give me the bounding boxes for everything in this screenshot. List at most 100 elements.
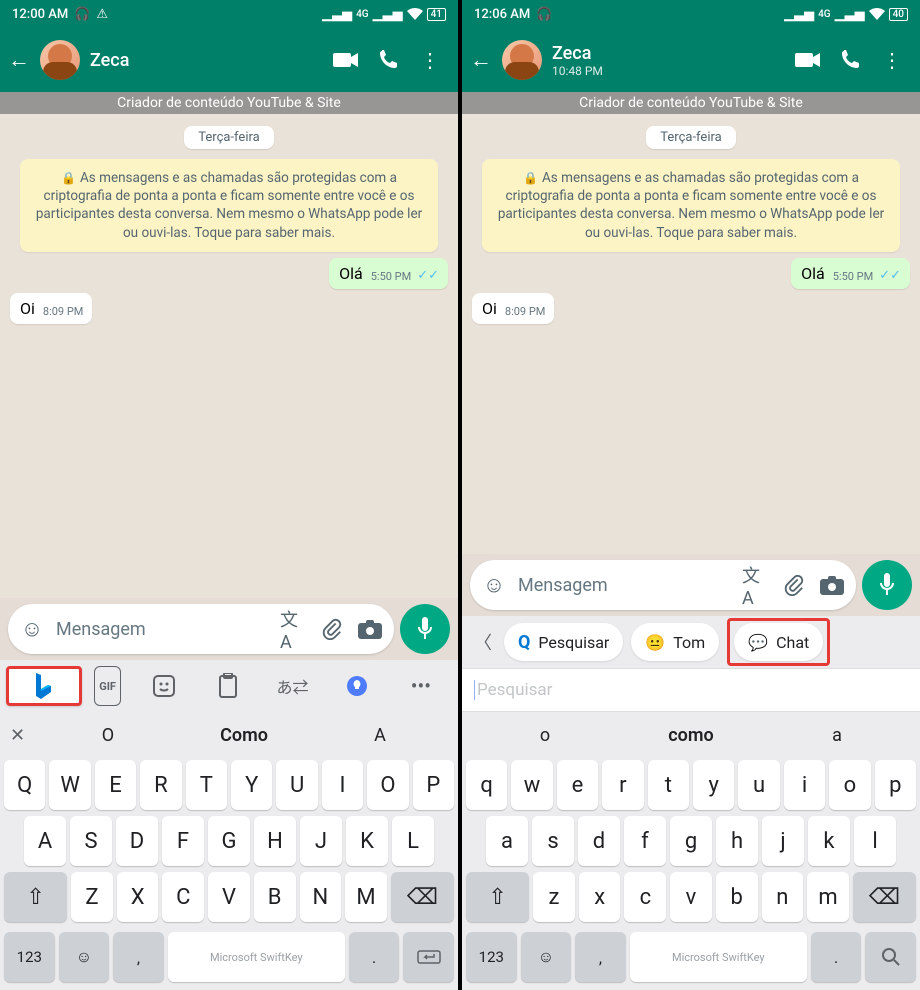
key-t[interactable]: T (186, 760, 227, 810)
suggestion-2[interactable]: Como (176, 725, 312, 746)
contact-info[interactable]: Zeca (90, 50, 316, 71)
voice-call-button[interactable] (830, 40, 870, 80)
key-i[interactable]: I (322, 760, 363, 810)
clipboard-button[interactable] (197, 666, 259, 706)
key-s[interactable]: S (70, 816, 112, 866)
back-button[interactable]: ← (8, 47, 30, 73)
suggestion-3[interactable]: A (312, 725, 448, 746)
key-v[interactable]: v (670, 872, 712, 922)
key-i[interactable]: i (784, 760, 825, 810)
key-l[interactable]: L (392, 816, 434, 866)
key-r[interactable]: R (140, 760, 181, 810)
key-n[interactable]: n (762, 872, 804, 922)
message-input[interactable]: ☺ Mensagem 文A (8, 604, 394, 654)
emoji-key[interactable]: ☺ (59, 932, 110, 982)
key-u[interactable]: u (738, 760, 779, 810)
translate-tool-button[interactable]: あ⇄ (261, 666, 323, 706)
mic-button[interactable] (862, 560, 912, 610)
bing-button[interactable] (6, 666, 82, 706)
gif-button[interactable]: GIF (94, 666, 121, 706)
key-p[interactable]: P (413, 760, 454, 810)
shift-key[interactable]: ⇧ (466, 872, 529, 922)
contact-avatar[interactable] (40, 40, 80, 80)
period-key[interactable]: . (811, 932, 862, 982)
suggestion-2[interactable]: como (618, 725, 764, 746)
bing-chat-pill[interactable]: 💬Chat (734, 623, 823, 661)
video-call-button[interactable] (788, 40, 828, 80)
key-l[interactable]: l (854, 816, 896, 866)
key-a[interactable]: a (486, 816, 528, 866)
attach-icon[interactable] (318, 615, 346, 643)
key-q[interactable]: q (466, 760, 507, 810)
key-w[interactable]: W (49, 760, 90, 810)
translate-icon[interactable]: 文A (742, 571, 770, 599)
camera-icon[interactable] (356, 615, 384, 643)
numbers-key[interactable]: 123 (4, 932, 55, 982)
translate-icon[interactable]: 文A (280, 615, 308, 643)
suggestion-3[interactable]: a (764, 725, 910, 746)
key-n[interactable]: N (300, 872, 342, 922)
key-m[interactable]: M (345, 872, 387, 922)
backspace-key[interactable]: ⌫ (391, 872, 454, 922)
key-d[interactable]: d (578, 816, 620, 866)
period-key[interactable]: . (349, 932, 400, 982)
key-m[interactable]: m (807, 872, 849, 922)
key-e[interactable]: E (95, 760, 136, 810)
bing-back-button[interactable]: 〈 (470, 629, 496, 655)
encryption-notice[interactable]: 🔒As mensagens e as chamadas são protegid… (20, 159, 438, 252)
key-h[interactable]: H (254, 816, 296, 866)
comma-key[interactable]: , (113, 932, 164, 982)
attach-icon[interactable] (780, 571, 808, 599)
message-out[interactable]: Olá5:50 PM✓✓ (472, 258, 910, 289)
key-f[interactable]: F (162, 816, 204, 866)
suggestion-1[interactable]: O (40, 725, 176, 746)
message-in[interactable]: Oi8:09 PM (472, 293, 910, 324)
key-q[interactable]: Q (4, 760, 45, 810)
key-z[interactable]: z (533, 872, 575, 922)
key-e[interactable]: e (557, 760, 598, 810)
key-j[interactable]: J (300, 816, 342, 866)
menu-button[interactable]: ⋮ (410, 40, 450, 80)
message-input[interactable]: ☺ Mensagem 文A (470, 560, 856, 610)
search-key[interactable] (865, 932, 916, 982)
key-j[interactable]: j (762, 816, 804, 866)
mic-button[interactable] (400, 604, 450, 654)
back-button[interactable]: ← (470, 47, 492, 73)
key-d[interactable]: D (116, 816, 158, 866)
key-x[interactable]: x (579, 872, 621, 922)
key-v[interactable]: V (208, 872, 250, 922)
key-b[interactable]: b (716, 872, 758, 922)
key-a[interactable]: A (24, 816, 66, 866)
camera-icon[interactable] (818, 571, 846, 599)
backspace-key[interactable]: ⌫ (853, 872, 916, 922)
key-k[interactable]: k (808, 816, 850, 866)
voice-call-button[interactable] (368, 40, 408, 80)
space-key[interactable]: Microsoft SwiftKey (630, 932, 807, 982)
key-c[interactable]: C (162, 872, 204, 922)
key-z[interactable]: Z (71, 872, 113, 922)
contact-avatar[interactable] (502, 40, 542, 80)
emoji-key[interactable]: ☺ (521, 932, 572, 982)
emoji-icon[interactable]: ☺ (18, 615, 46, 643)
encryption-notice[interactable]: 🔒As mensagens e as chamadas são protegid… (482, 159, 900, 252)
key-h[interactable]: h (716, 816, 758, 866)
key-g[interactable]: g (670, 816, 712, 866)
emoji-icon[interactable]: ☺ (480, 571, 508, 599)
sticker-button[interactable] (133, 666, 195, 706)
key-t[interactable]: t (648, 760, 689, 810)
contact-info[interactable]: Zeca 10:48 PM (552, 43, 778, 78)
close-suggestions[interactable]: ✕ (10, 725, 40, 746)
key-r[interactable]: r (602, 760, 643, 810)
message-in[interactable]: Oi 8:09 PM (10, 293, 448, 324)
enter-key[interactable] (403, 932, 454, 982)
suggestion-1[interactable]: o (472, 725, 618, 746)
comma-key[interactable]: , (575, 932, 626, 982)
menu-button[interactable]: ⋮ (872, 40, 912, 80)
key-y[interactable]: y (693, 760, 734, 810)
idea-button[interactable] (326, 666, 388, 706)
key-b[interactable]: B (254, 872, 296, 922)
numbers-key[interactable]: 123 (466, 932, 517, 982)
key-w[interactable]: w (511, 760, 552, 810)
key-p[interactable]: p (875, 760, 916, 810)
key-c[interactable]: c (624, 872, 666, 922)
